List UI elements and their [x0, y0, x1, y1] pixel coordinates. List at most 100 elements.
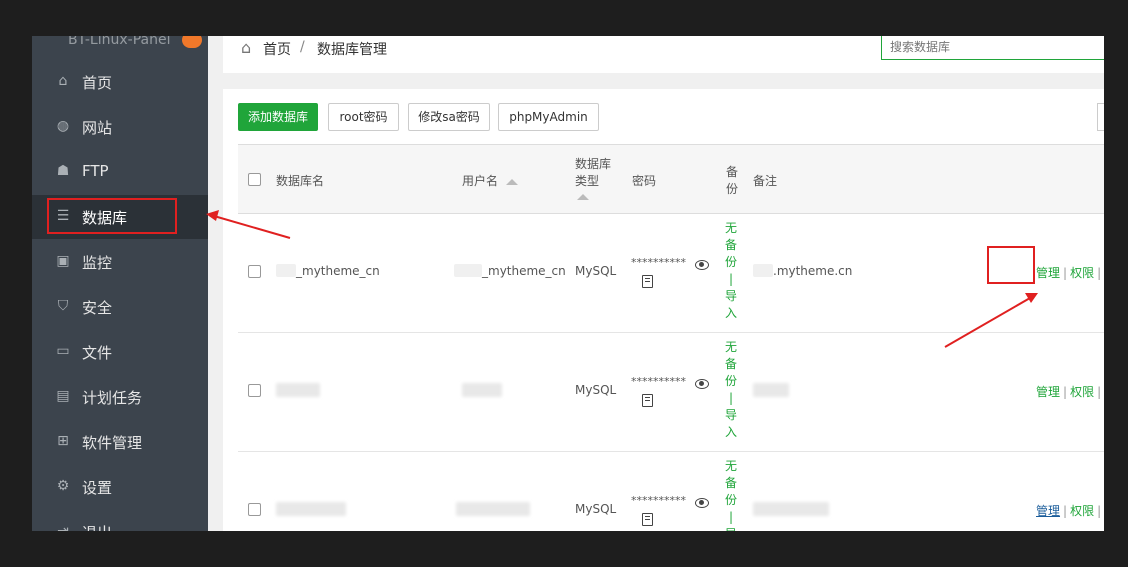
- action-separator: |: [1097, 266, 1102, 280]
- logout-icon: ⇥: [57, 523, 69, 531]
- sidebar-item-security[interactable]: ⛉ 安全: [32, 285, 208, 329]
- header-note: 备注: [753, 174, 778, 188]
- row-checkbox[interactable]: [248, 384, 261, 397]
- database-table: 数据库名 用户名 数据库 类型 密码 备 份 备注 _mytheme_cn _m…: [238, 144, 1104, 531]
- header-type-line2: 类型: [575, 174, 600, 188]
- table-row: _mytheme_cn _mytheme_cn MySQL **********…: [238, 213, 1104, 333]
- ftp-icon: ☗: [56, 163, 70, 179]
- copy-icon[interactable]: [642, 513, 653, 526]
- main-panel: 添加数据库 root密码 修改sa密码 phpMyAdmin 数据库名 用户名 …: [223, 89, 1104, 531]
- permission-link[interactable]: 权限: [1070, 266, 1094, 280]
- row-actions: 管理 | 权限 |: [1036, 502, 1104, 519]
- sidebar-item-label: 软件管理: [82, 434, 143, 452]
- header-type-line1: 数据库: [575, 157, 612, 171]
- row-checkbox[interactable]: [248, 265, 261, 278]
- home-icon[interactable]: ⌂: [241, 38, 251, 57]
- breadcrumb-separator: /: [300, 39, 305, 55]
- sidebar-item-label: 文件: [82, 344, 113, 362]
- root-password-button[interactable]: root密码: [328, 103, 399, 131]
- eye-icon[interactable]: [695, 498, 709, 508]
- action-separator: |: [1063, 266, 1068, 280]
- permission-link[interactable]: 权限: [1070, 385, 1094, 399]
- action-separator: |: [1097, 385, 1102, 399]
- annotation-box-database: [47, 198, 177, 234]
- sidebar-item-label: 安全: [82, 299, 113, 317]
- db-user: [456, 502, 530, 516]
- header-backup-line1: 备: [726, 165, 739, 179]
- db-type: MySQL: [575, 264, 617, 278]
- sidebar-item-logout[interactable]: ⇥ 退出: [32, 510, 208, 531]
- sidebar-item-website[interactable]: ◍ 网站: [32, 105, 208, 149]
- table-row: MySQL ********** 无备份 | 导入 管理 | 权限 |: [238, 332, 1104, 452]
- backup-status[interactable]: 无备份|导: [724, 458, 738, 531]
- table-header: 数据库名 用户名 数据库 类型 密码 备 份 备注: [238, 145, 1104, 214]
- db-password: **********: [631, 375, 686, 388]
- eye-icon[interactable]: [695, 379, 709, 389]
- row-checkbox[interactable]: [248, 503, 261, 516]
- annotation-box-manage: [987, 246, 1035, 284]
- manage-link[interactable]: 管理: [1036, 266, 1060, 280]
- sidebar-item-monitor[interactable]: ▣ 监控: [32, 240, 208, 284]
- backup-status[interactable]: 无备份 | 导入: [724, 220, 738, 322]
- header-backup-line2: 份: [726, 182, 739, 196]
- sidebar: BT-Linux-Panel ⌂ 首页 ◍ 网站 ☗ FTP ☰ 数据库 ▣ 监…: [32, 36, 208, 531]
- notification-badge: [182, 36, 202, 48]
- logo: BT-Linux-Panel: [32, 36, 208, 54]
- permission-link[interactable]: 权限: [1070, 504, 1094, 518]
- manage-link[interactable]: 管理: [1036, 504, 1060, 518]
- sidebar-item-label: 监控: [82, 254, 113, 272]
- backup-status[interactable]: 无备份 | 导入: [724, 339, 738, 441]
- sidebar-item-settings[interactable]: ⚙ 设置: [32, 465, 208, 509]
- select-all-checkbox[interactable]: [248, 173, 261, 186]
- action-separator: |: [1063, 385, 1068, 399]
- breadcrumb-home[interactable]: 首页: [263, 39, 291, 59]
- db-user: [462, 383, 502, 397]
- globe-icon: ◍: [56, 118, 70, 134]
- sidebar-item-files[interactable]: ▭ 文件: [32, 330, 208, 374]
- search-input[interactable]: [881, 36, 1104, 60]
- copy-icon[interactable]: [642, 275, 653, 288]
- sidebar-item-ftp[interactable]: ☗ FTP: [32, 150, 208, 194]
- header-user-label: 用户名: [462, 174, 499, 188]
- monitor-icon: ▣: [56, 253, 70, 269]
- sort-icon[interactable]: [577, 189, 589, 203]
- db-name: [276, 383, 320, 397]
- sidebar-item-label: 计划任务: [82, 389, 143, 407]
- db-user: _mytheme_cn: [454, 264, 566, 278]
- sidebar-item-home[interactable]: ⌂ 首页: [32, 60, 208, 104]
- breadcrumb-current: 数据库管理: [317, 42, 387, 58]
- header: ⌂ 首页 / 数据库管理: [223, 36, 1104, 73]
- db-note[interactable]: .mytheme.cn: [753, 264, 852, 278]
- db-type: MySQL: [575, 502, 617, 516]
- add-database-button[interactable]: 添加数据库: [238, 103, 318, 131]
- db-password: **********: [631, 256, 686, 269]
- sidebar-item-cron[interactable]: ▤ 计划任务: [32, 375, 208, 419]
- header-user[interactable]: 用户名: [462, 172, 519, 189]
- sidebar-item-label: 网站: [82, 119, 113, 137]
- row-actions: 管理 | 权限 |: [1036, 264, 1104, 281]
- eye-icon[interactable]: [695, 260, 709, 270]
- db-note[interactable]: [753, 502, 829, 516]
- header-name[interactable]: 数据库名: [276, 172, 324, 189]
- gear-icon: ⚙: [56, 478, 70, 494]
- table-row: MySQL ********** 无备份|导 管理|权限|: [238, 451, 1104, 531]
- app-frame: BT-Linux-Panel ⌂ 首页 ◍ 网站 ☗ FTP ☰ 数据库 ▣ 监…: [32, 36, 1104, 531]
- header-password: 密码: [632, 174, 657, 188]
- db-name: _mytheme_cn: [276, 264, 380, 278]
- sidebar-item-label: 设置: [82, 479, 113, 497]
- sort-icon: [506, 178, 519, 185]
- db-type: MySQL: [575, 383, 617, 397]
- shield-icon: ⛉: [57, 298, 69, 314]
- copy-icon[interactable]: [642, 394, 653, 407]
- toolbar-right-button[interactable]: [1097, 103, 1104, 131]
- sidebar-item-label: FTP: [82, 162, 109, 180]
- db-note[interactable]: [753, 383, 789, 397]
- sidebar-item-label: 退出: [82, 522, 112, 531]
- logo-text: BT-Linux-Panel: [68, 36, 171, 48]
- manage-link[interactable]: 管理: [1036, 385, 1060, 399]
- sa-password-button[interactable]: 修改sa密码: [408, 103, 490, 131]
- phpmyadmin-button[interactable]: phpMyAdmin: [498, 103, 599, 131]
- sidebar-item-software[interactable]: ⊞ 软件管理: [32, 420, 208, 464]
- action-separator: |: [1097, 504, 1102, 518]
- action-separator: |: [1063, 504, 1068, 518]
